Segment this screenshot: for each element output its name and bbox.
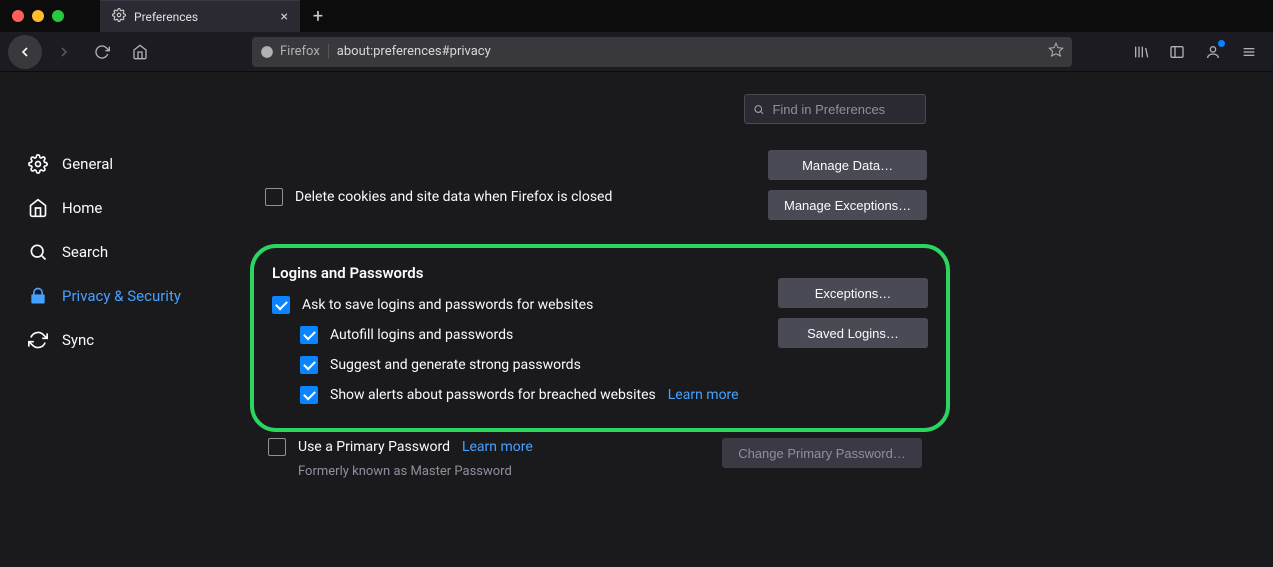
primary-password-label: Use a Primary Password	[298, 439, 450, 455]
suggest-passwords-checkbox[interactable]	[300, 356, 318, 374]
navbar-right	[1125, 36, 1265, 68]
sidebar-label-search: Search	[62, 243, 108, 261]
library-icon[interactable]	[1125, 36, 1157, 68]
sidebar-label-sync: Sync	[62, 331, 94, 349]
primary-learn-more-link[interactable]: Learn more	[462, 439, 533, 455]
autofill-checkbox[interactable]	[300, 326, 318, 344]
identity-box[interactable]: Firefox	[260, 44, 329, 59]
bookmark-star-icon[interactable]	[1048, 42, 1064, 62]
ask-save-label: Ask to save logins and passwords for web…	[302, 297, 593, 313]
breach-alerts-label: Show alerts about passwords for breached…	[330, 387, 656, 403]
window-controls	[0, 10, 76, 22]
tab-preferences[interactable]: Preferences ×	[100, 0, 300, 32]
preferences-search[interactable]	[744, 94, 926, 124]
suggest-passwords-label: Suggest and generate strong passwords	[330, 357, 581, 373]
content-area: General Home Search Privacy & Security S…	[0, 72, 1273, 567]
url-bar[interactable]: Firefox about:preferences#privacy	[252, 37, 1072, 67]
primary-password-subtext: Formerly known as Master Password	[298, 464, 533, 479]
forward-button[interactable]	[48, 36, 80, 68]
preferences-sidebar: General Home Search Privacy & Security S…	[0, 72, 240, 567]
logins-exceptions-button[interactable]: Exceptions…	[778, 278, 928, 308]
sidebar-item-search[interactable]: Search	[28, 230, 240, 274]
identity-label: Firefox	[280, 44, 320, 59]
tab-strip: Preferences × +	[100, 0, 336, 32]
ask-save-checkbox[interactable]	[272, 296, 290, 314]
breach-learn-more-link[interactable]: Learn more	[668, 387, 739, 403]
back-button[interactable]	[8, 35, 42, 69]
saved-logins-button[interactable]: Saved Logins…	[778, 318, 928, 348]
sidebar-icon[interactable]	[1161, 36, 1193, 68]
primary-password-checkbox[interactable]	[268, 438, 286, 456]
gear-icon	[112, 8, 126, 25]
sidebar-item-home[interactable]: Home	[28, 186, 240, 230]
delete-cookies-checkbox[interactable]	[265, 188, 283, 206]
sidebar-item-general[interactable]: General	[28, 142, 240, 186]
sidebar-label-privacy: Privacy & Security	[62, 287, 181, 305]
notification-dot	[1218, 40, 1225, 47]
manage-exceptions-button[interactable]: Manage Exceptions…	[768, 190, 927, 220]
home-button[interactable]	[124, 36, 156, 68]
window-close[interactable]	[12, 10, 24, 22]
window-minimize[interactable]	[32, 10, 44, 22]
delete-cookies-row: Delete cookies and site data when Firefo…	[265, 188, 612, 206]
primary-password-section: Use a Primary Password Learn more Former…	[268, 438, 533, 479]
new-tab-button[interactable]: +	[300, 0, 336, 32]
account-icon[interactable]	[1197, 36, 1229, 68]
change-primary-password-button[interactable]: Change Primary Password…	[722, 438, 922, 468]
sidebar-label-general: General	[62, 155, 113, 173]
tab-title: Preferences	[134, 10, 198, 24]
delete-cookies-label: Delete cookies and site data when Firefo…	[295, 189, 612, 205]
url-text: about:preferences#privacy	[337, 44, 491, 59]
manage-data-button[interactable]: Manage Data…	[768, 150, 927, 180]
preferences-search-input[interactable]	[772, 102, 917, 117]
sidebar-item-sync[interactable]: Sync	[28, 318, 240, 362]
autofill-label: Autofill logins and passwords	[330, 327, 513, 343]
sidebar-item-privacy[interactable]: Privacy & Security	[28, 274, 240, 318]
menu-icon[interactable]	[1233, 36, 1265, 68]
breach-alerts-checkbox[interactable]	[300, 386, 318, 404]
logins-section-highlight: Logins and Passwords Ask to save logins …	[250, 244, 950, 432]
reload-button[interactable]	[86, 36, 118, 68]
sidebar-label-home: Home	[62, 199, 102, 217]
titlebar: Preferences × +	[0, 0, 1273, 32]
tab-close-icon[interactable]: ×	[281, 10, 288, 24]
main-panel: Manage Data… Manage Exceptions… Delete c…	[240, 72, 1273, 567]
window-maximize[interactable]	[52, 10, 64, 22]
navbar: Firefox about:preferences#privacy	[0, 32, 1273, 72]
